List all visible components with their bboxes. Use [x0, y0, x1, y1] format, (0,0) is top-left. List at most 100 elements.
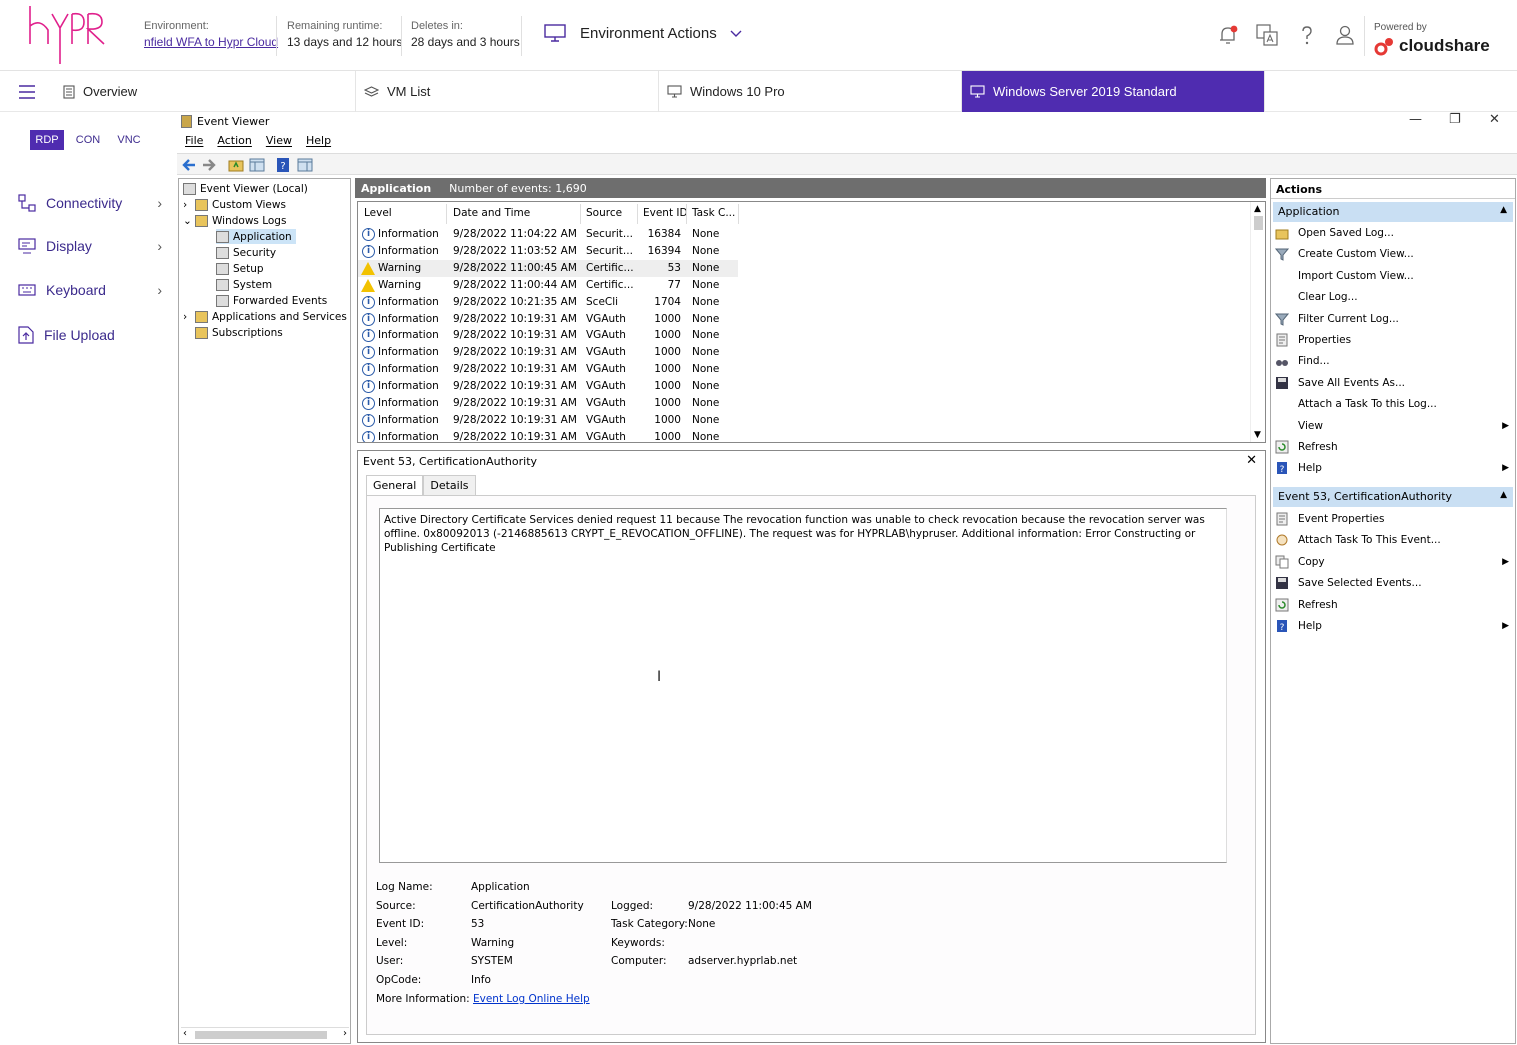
protocol-rdp[interactable]: RDP — [30, 130, 64, 150]
tab-vm-list[interactable]: VM List — [356, 71, 659, 112]
tree-item-windows-logs[interactable]: ⌄ Windows Logs — [183, 213, 286, 228]
tree-item-setup[interactable]: Setup — [216, 261, 264, 276]
menu-action[interactable]: Action — [217, 134, 251, 147]
sidebar-item-connectivity[interactable]: Connectivity › — [18, 194, 168, 212]
collapse-arrow-icon[interactable]: ⌄ — [183, 215, 195, 227]
tree-item-application[interactable]: Application — [216, 229, 296, 244]
table-row[interactable]: Warning 9/28/2022 11:00:44 AM Certific... 7… — [358, 277, 738, 294]
table-row[interactable]: i Information 9/28/2022 10:19:31 AM VGAuth 1… — [358, 429, 738, 442]
scrollbar-thumb[interactable] — [195, 1031, 327, 1039]
protocol-con[interactable]: CON — [71, 130, 105, 150]
table-row[interactable]: i Information 9/28/2022 10:19:31 AM VGAuth 1… — [358, 327, 738, 344]
show-hide-console-tree-icon[interactable] — [249, 157, 265, 173]
environment-actions-button[interactable]: Environment Actions — [544, 24, 757, 42]
action-item[interactable]: Attach Task To This Event... — [1275, 530, 1511, 550]
close-detail-icon[interactable]: ✕ — [1246, 453, 1257, 468]
scrollbar-thumb[interactable] — [1254, 216, 1263, 230]
table-row[interactable]: i Information 9/28/2022 10:19:31 AM VGAuth 1… — [358, 311, 738, 328]
column-divider[interactable] — [738, 204, 739, 224]
tab-details[interactable]: Details — [423, 475, 476, 495]
table-row[interactable]: i Information 9/28/2022 11:04:22 AM Securit… — [358, 226, 738, 243]
column-header-source[interactable]: Source — [586, 207, 622, 223]
sidebar-item-keyboard[interactable]: Keyboard › — [18, 282, 168, 298]
table-row[interactable]: i Information 9/28/2022 11:03:52 AM Securit… — [358, 243, 738, 260]
tree-item-forwarded-events[interactable]: Forwarded Events — [216, 293, 327, 308]
table-row[interactable]: Warning 9/28/2022 11:00:45 AM Certific... 5… — [358, 259, 738, 277]
collapse-triangle-icon[interactable]: ▲ — [1500, 205, 1507, 215]
up-folder-icon[interactable] — [228, 157, 244, 173]
action-item[interactable]: Refresh — [1275, 595, 1511, 615]
table-row[interactable]: i Information 9/28/2022 10:21:35 AM SceCli 1… — [358, 294, 738, 311]
table-row[interactable]: i Information 9/28/2022 10:19:31 AM VGAuth 1… — [358, 361, 738, 378]
horizontal-scrollbar[interactable]: ‹ › — [181, 1027, 349, 1041]
tree-item-event-viewer-local[interactable]: Event Viewer (Local) — [183, 181, 308, 196]
tab-windows-server-2019[interactable]: Windows Server 2019 Standard — [962, 71, 1265, 112]
menu-file[interactable]: File — [185, 134, 203, 147]
action-item[interactable]: Clear Log... — [1275, 287, 1511, 307]
restore-icon[interactable]: ❐ — [1449, 112, 1461, 127]
table-row[interactable]: i Information 9/28/2022 10:19:31 AM VGAuth 1… — [358, 412, 738, 429]
action-item[interactable]: Import Custom View... — [1275, 266, 1511, 286]
action-item[interactable]: Create Custom View... — [1274, 244, 1511, 264]
action-item[interactable]: Attach a Task To this Log... — [1275, 394, 1511, 414]
help-book-icon[interactable]: ? — [275, 157, 291, 173]
column-divider[interactable] — [580, 204, 581, 224]
back-arrow-icon[interactable] — [181, 157, 197, 173]
environment-link[interactable]: nfield WFA to Hypr Cloud — [144, 35, 278, 49]
table-row[interactable]: i Information 9/28/2022 10:19:31 AM VGAuth 1… — [358, 395, 738, 412]
tree-item-custom-views[interactable]: › Custom Views — [183, 197, 286, 212]
hamburger-menu-icon[interactable] — [18, 85, 36, 99]
action-item[interactable]: Refresh — [1275, 437, 1511, 457]
user-icon[interactable] — [1334, 24, 1356, 46]
action-item[interactable]: Save Selected Events... — [1275, 573, 1511, 593]
show-hide-action-pane-icon[interactable] — [297, 157, 313, 173]
scroll-left-icon[interactable]: ‹ — [183, 1028, 187, 1039]
action-item[interactable]: ? Help ▶ — [1275, 616, 1511, 636]
tab-overview[interactable]: Overview — [55, 71, 356, 112]
close-icon[interactable]: ✕ — [1489, 112, 1500, 127]
action-item[interactable]: Find... — [1275, 351, 1511, 371]
tab-windows-10-pro[interactable]: Windows 10 Pro — [659, 71, 962, 112]
action-item[interactable]: Filter Current Log... — [1274, 309, 1511, 329]
table-row[interactable]: i Information 9/28/2022 10:19:31 AM VGAuth 1… — [358, 378, 738, 395]
column-divider[interactable] — [686, 204, 687, 224]
translate-icon[interactable] — [1256, 24, 1278, 46]
protocol-vnc[interactable]: VNC — [112, 130, 146, 150]
scroll-right-icon[interactable]: › — [343, 1028, 347, 1039]
forward-arrow-icon[interactable] — [201, 157, 217, 173]
vertical-scrollbar[interactable]: ▲ ▼ — [1250, 202, 1265, 442]
tab-general[interactable]: General — [366, 475, 424, 495]
notification-bell-icon[interactable] — [1217, 24, 1239, 46]
table-row[interactable]: i Information 9/28/2022 10:19:31 AM VGAuth 1… — [358, 344, 738, 361]
help-icon[interactable] — [1296, 24, 1318, 46]
menu-view[interactable]: View — [266, 134, 292, 147]
action-item[interactable]: Properties — [1275, 330, 1511, 350]
scroll-down-icon[interactable]: ▼ — [1254, 430, 1261, 440]
sidebar-item-display[interactable]: Display › — [18, 238, 168, 254]
column-header-date[interactable]: Date and Time — [453, 207, 530, 223]
tree-item-system[interactable]: System — [216, 277, 272, 292]
collapse-triangle-icon[interactable]: ▲ — [1500, 490, 1507, 500]
column-divider[interactable] — [637, 204, 638, 224]
tree-item-subscriptions[interactable]: Subscriptions — [195, 325, 283, 340]
scroll-up-icon[interactable]: ▲ — [1254, 204, 1261, 214]
action-item[interactable]: ? Help ▶ — [1275, 458, 1511, 478]
column-header-task-category[interactable]: Task C... — [692, 207, 735, 223]
column-header-level[interactable]: Level — [364, 207, 392, 223]
column-header-event-id[interactable]: Event ID — [643, 207, 688, 223]
sidebar-item-file-upload[interactable]: File Upload — [18, 326, 168, 344]
hypr-logo[interactable] — [26, 4, 108, 66]
action-item[interactable]: Open Saved Log... — [1275, 223, 1511, 243]
expand-arrow-icon[interactable]: › — [183, 311, 195, 323]
actions-section-event[interactable]: Event 53, CertificationAuthority ▲ — [1273, 487, 1513, 507]
action-item[interactable]: Copy ▶ — [1275, 552, 1511, 572]
event-message[interactable]: Active Directory Certificate Services de… — [379, 508, 1227, 863]
actions-section-application[interactable]: Application ▲ — [1273, 202, 1513, 222]
action-item[interactable]: View ▶ — [1275, 416, 1511, 436]
event-log-online-help-link[interactable]: Event Log Online Help — [473, 993, 590, 1005]
expand-arrow-icon[interactable]: › — [183, 199, 195, 211]
action-item[interactable]: Save All Events As... — [1275, 373, 1511, 393]
menu-help[interactable]: Help — [306, 134, 331, 147]
tree-item-security[interactable]: Security — [216, 245, 276, 260]
minimize-icon[interactable]: — — [1409, 112, 1422, 127]
